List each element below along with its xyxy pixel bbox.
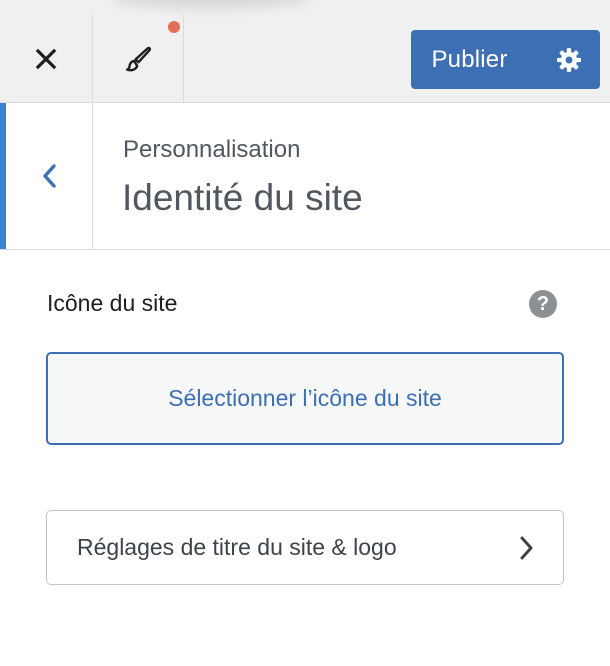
close-icon — [35, 48, 57, 69]
back-button[interactable] — [0, 103, 93, 249]
close-button[interactable] — [0, 14, 93, 103]
customizer-toolbar: Publier — [0, 0, 610, 103]
chevron-left-icon — [43, 164, 56, 188]
paintbrush-icon — [126, 46, 152, 71]
breadcrumb: Personnalisation — [123, 136, 301, 163]
help-icon[interactable]: ? — [529, 290, 557, 318]
publish-button[interactable]: Publier — [411, 30, 538, 89]
publish-settings-button[interactable] — [538, 30, 600, 89]
section-title: Identité du site — [122, 177, 363, 218]
section-header: Personnalisation Identité du site — [0, 103, 610, 250]
select-site-icon-button[interactable]: Sélectionner l’icône du site — [46, 352, 564, 445]
notification-dot — [168, 21, 180, 33]
chevron-right-icon — [517, 534, 537, 562]
site-icon-label: Icône du site — [47, 290, 178, 316]
publish-group: Publier — [411, 30, 600, 89]
customizer-panel: Publier Personnalisation Identité du sit… — [0, 0, 610, 666]
site-title-logo-nav-item[interactable]: Réglages de titre du site & logo — [46, 510, 564, 585]
gear-icon — [557, 47, 581, 72]
tooltip-shadow — [110, 0, 310, 8]
site-title-logo-label: Réglages de titre du site & logo — [77, 534, 397, 560]
